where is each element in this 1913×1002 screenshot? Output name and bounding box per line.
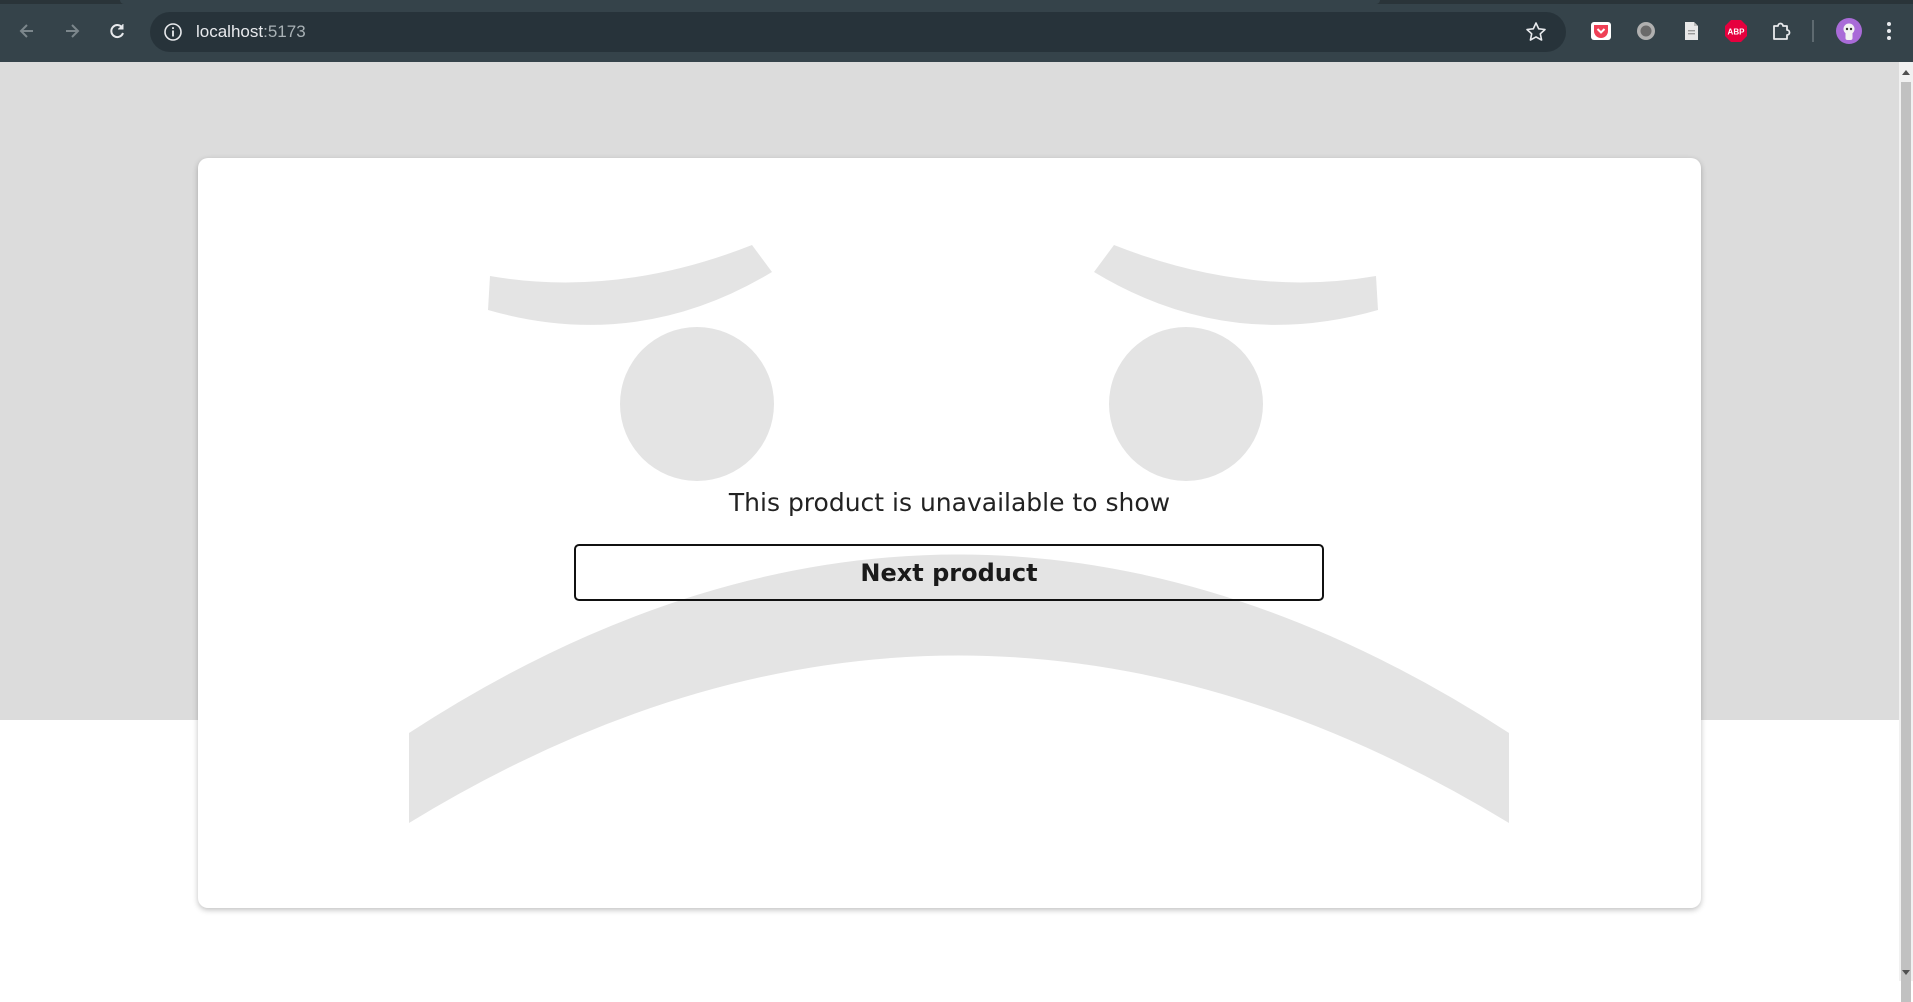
scrollbar-thumb[interactable] — [1901, 82, 1911, 1002]
browser-menu-button[interactable] — [1874, 14, 1904, 48]
scroll-down-arrow[interactable] — [1902, 970, 1910, 975]
svg-text:ABP: ABP — [1728, 28, 1746, 37]
next-product-button[interactable]: Next product — [574, 544, 1324, 601]
arrow-left-icon — [19, 24, 33, 38]
url-host: localhost — [196, 22, 264, 41]
url-text: localhost:5173 — [196, 22, 306, 42]
scroll-up-arrow[interactable] — [1902, 70, 1910, 75]
unavailable-message: This product is unavailable to show — [728, 488, 1171, 517]
toolbar-divider — [1812, 20, 1814, 42]
product-unavailable-card: This product is unavailable to show Next… — [198, 158, 1701, 908]
forward-button[interactable] — [55, 14, 89, 48]
more-vertical-icon — [1887, 22, 1891, 40]
url-port: :5173 — [263, 22, 306, 41]
circle-extension-icon[interactable] — [1634, 19, 1658, 43]
right-eye — [1109, 327, 1263, 481]
left-eye — [620, 327, 774, 481]
left-eyebrow — [488, 245, 772, 325]
document-extension-icon[interactable] — [1679, 19, 1703, 43]
tab-strip — [0, 0, 1913, 4]
site-info-icon[interactable] — [162, 21, 184, 43]
profile-avatar[interactable] — [1835, 17, 1863, 45]
page-scrollbar[interactable] — [1899, 62, 1913, 1002]
address-bar[interactable]: localhost:5173 — [150, 12, 1566, 52]
reload-icon — [110, 24, 124, 39]
browser-toolbar: localhost:5173 ABP — [0, 0, 1913, 62]
reload-button[interactable] — [100, 14, 134, 48]
bookmark-star-icon[interactable] — [1524, 20, 1548, 44]
adblock-plus-extension-icon[interactable]: ABP — [1724, 19, 1748, 43]
back-button[interactable] — [10, 14, 44, 48]
arrow-right-icon — [66, 24, 80, 38]
pocket-extension-icon[interactable] — [1589, 19, 1613, 43]
puzzle-extensions-icon[interactable] — [1769, 19, 1793, 43]
sad-face-illustration — [409, 245, 1509, 823]
right-eyebrow — [1094, 245, 1378, 325]
